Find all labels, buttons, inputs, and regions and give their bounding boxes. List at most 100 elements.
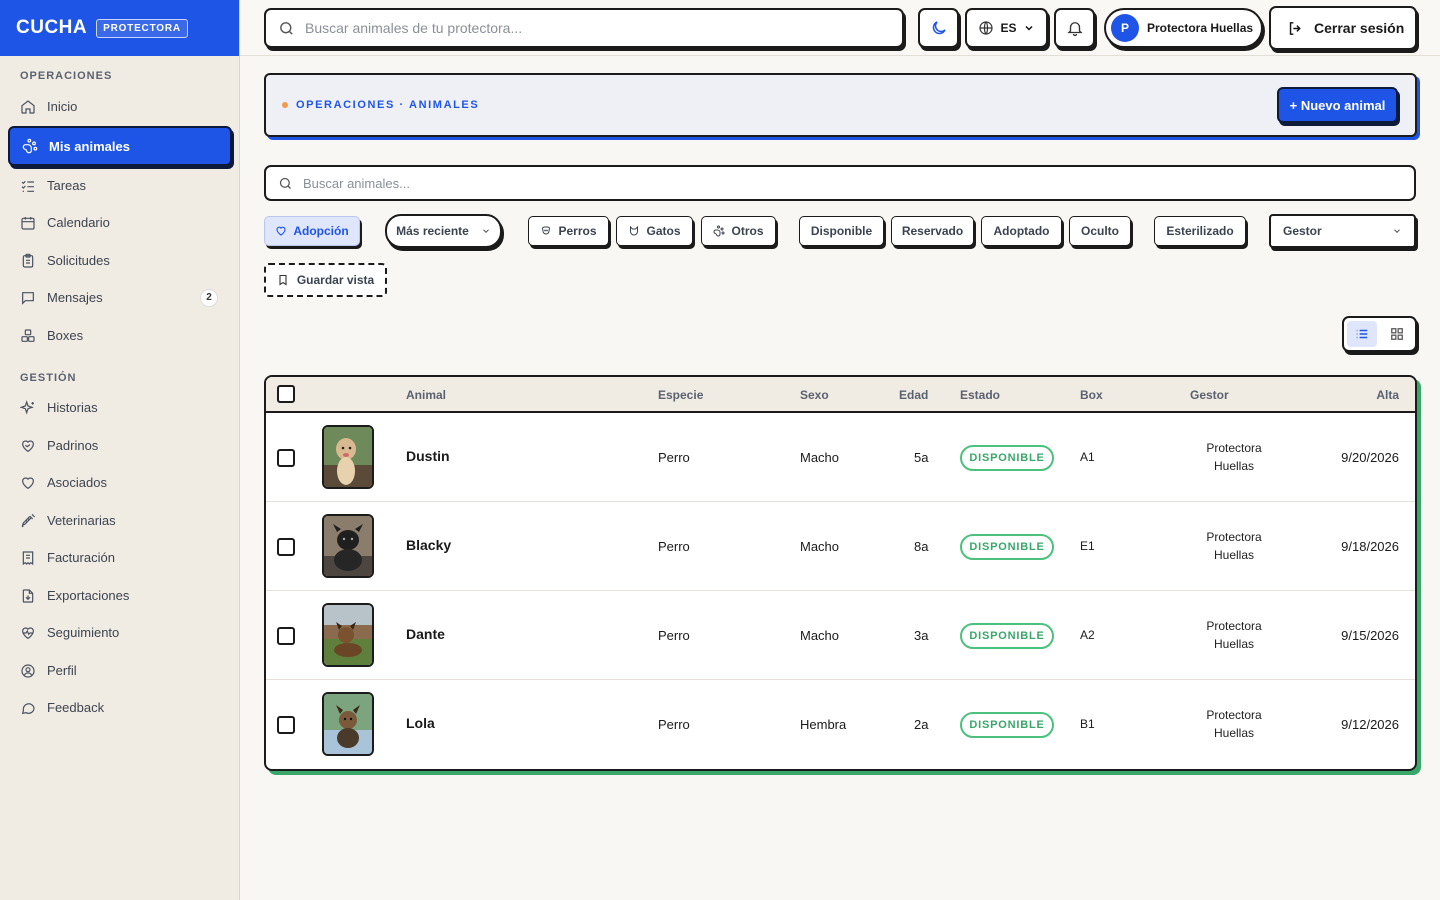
brand-header[interactable]: CUCHA PROTECTORA	[0, 0, 239, 56]
filter-oculto[interactable]: Oculto	[1069, 216, 1131, 246]
select-all-checkbox[interactable]	[277, 385, 295, 403]
theme-toggle-button[interactable]	[918, 8, 959, 48]
sidebar-item-facturacion[interactable]: Facturación	[8, 539, 232, 576]
sidebar-item-label: Exportaciones	[47, 588, 130, 603]
list-icon	[1356, 329, 1367, 339]
row-checkbox[interactable]	[277, 449, 295, 467]
filter-esterilizado[interactable]: Esterilizado	[1154, 216, 1246, 246]
sidebar-item-boxes[interactable]: Boxes	[8, 317, 232, 354]
sidebar-item-label: Solicitudes	[47, 253, 110, 268]
save-view-button[interactable]: Guardar vista	[264, 263, 387, 297]
user-circle-icon	[21, 663, 35, 678]
grid-icon	[1391, 328, 1404, 340]
animal-photo	[322, 603, 374, 667]
sidebar-item-seguimiento[interactable]: Seguimiento	[8, 614, 232, 651]
sidebar-item-historias[interactable]: Historias	[8, 389, 232, 426]
column-alta[interactable]: Alta	[1376, 388, 1399, 402]
save-view-label: Guardar vista	[296, 273, 375, 287]
animal-photo	[322, 425, 374, 489]
table-row[interactable]: Dustin Perro Macho 5a DISPONIBLE A1 Prot…	[266, 413, 1415, 502]
logout-label: Cerrar sesión	[1314, 20, 1405, 36]
paw-icon	[22, 138, 38, 154]
filter-label: Gatos	[646, 224, 681, 238]
sidebar-item-padrinos[interactable]: Padrinos	[8, 427, 232, 464]
message-circle-icon	[21, 702, 35, 714]
sort-label: Más reciente	[396, 224, 469, 238]
gestor-line: Huellas	[1213, 548, 1255, 562]
language-selector[interactable]: ES	[965, 8, 1048, 48]
list-view-button[interactable]	[1347, 321, 1377, 347]
gestor-line: Huellas	[1213, 459, 1255, 473]
sidebar-item-asociados[interactable]: Asociados	[8, 464, 232, 501]
table-row[interactable]: Lola Perro Hembra 2a DISPONIBLE B1 Prote…	[266, 680, 1415, 769]
section-label-gestion: GESTIÓN	[20, 372, 77, 384]
grid-view-button[interactable]	[1383, 321, 1413, 347]
sort-select[interactable]: Más reciente	[385, 214, 502, 248]
sidebar-item-calendario[interactable]: Calendario	[8, 204, 232, 241]
column-age[interactable]: Edad	[899, 388, 928, 402]
global-search-input[interactable]	[305, 20, 898, 36]
column-box[interactable]: Box	[1080, 388, 1103, 402]
logout-button[interactable]: Cerrar sesión	[1269, 6, 1417, 50]
filter-disponible[interactable]: Disponible	[799, 216, 884, 246]
filter-otros[interactable]: Otros	[701, 216, 776, 246]
animal-sex: Macho	[800, 450, 840, 465]
animal-name[interactable]: Dante	[406, 626, 445, 642]
sidebar-item-exportaciones[interactable]: Exportaciones	[8, 577, 232, 614]
chevron-down-icon	[1394, 229, 1400, 233]
user-name: Protectora Huellas	[1147, 21, 1254, 35]
file-download-icon	[22, 588, 34, 603]
gestor-line: Protectora	[1206, 708, 1262, 722]
animal-age: 2a	[914, 717, 929, 732]
cat-icon	[630, 225, 639, 236]
sidebar-item-label: Feedback	[47, 700, 105, 715]
sidebar-item-label: Asociados	[47, 475, 107, 490]
filter-label: Perros	[558, 224, 597, 238]
sidebar-item-mensajes[interactable]: Mensajes 2	[8, 279, 232, 316]
status-badge: DISPONIBLE	[960, 534, 1054, 560]
filter-perros[interactable]: Perros	[528, 216, 609, 246]
sidebar-item-label: Mensajes	[47, 290, 103, 305]
row-checkbox[interactable]	[277, 627, 295, 645]
animal-search[interactable]	[264, 165, 1416, 201]
sidebar-item-perfil[interactable]: Perfil	[8, 652, 232, 689]
sidebar-item-veterinarias[interactable]: Veterinarias	[8, 502, 232, 539]
filter-reservado[interactable]: Reservado	[891, 216, 974, 246]
animal-age: 8a	[914, 539, 929, 554]
breadcrumb-dot	[282, 102, 288, 108]
sidebar-item-tareas[interactable]: Tareas	[8, 167, 232, 204]
list-checks-icon	[21, 180, 34, 192]
row-checkbox[interactable]	[277, 716, 295, 734]
page-header-banner: OPERACIONES · ANIMALES	[264, 73, 1417, 137]
animal-name[interactable]: Lola	[406, 715, 435, 731]
filter-gatos[interactable]: Gatos	[616, 216, 693, 246]
animal-gestor: Protectora Huellas	[1190, 706, 1278, 742]
filter-adopcion[interactable]: Adopción	[264, 216, 360, 246]
gestor-select[interactable]: Gestor	[1269, 214, 1416, 248]
sidebar-item-solicitudes[interactable]: Solicitudes	[8, 242, 232, 279]
paw-icon	[714, 225, 725, 237]
sidebar-item-mis-animales[interactable]: Mis animales	[8, 126, 232, 166]
new-animal-button[interactable]: + Nuevo animal	[1277, 87, 1398, 123]
sidebar-item-inicio[interactable]: Inicio	[8, 88, 232, 125]
column-status[interactable]: Estado	[960, 388, 1000, 402]
global-search[interactable]	[264, 8, 904, 48]
heart-icon	[22, 476, 34, 489]
animal-species: Perro	[658, 628, 690, 643]
gestor-line: Protectora	[1206, 619, 1262, 633]
heart-handshake-icon	[22, 439, 34, 452]
column-gestor[interactable]: Gestor	[1190, 388, 1229, 402]
notifications-button[interactable]	[1054, 8, 1095, 48]
animal-name[interactable]: Blacky	[406, 537, 451, 553]
column-sex[interactable]: Sexo	[800, 388, 829, 402]
column-species[interactable]: Especie	[658, 388, 703, 402]
row-checkbox[interactable]	[277, 538, 295, 556]
sidebar-item-feedback[interactable]: Feedback	[8, 689, 232, 726]
filter-adoptado[interactable]: Adoptado	[981, 216, 1062, 246]
animal-name[interactable]: Dustin	[406, 448, 450, 464]
table-row[interactable]: Dante Perro Macho 3a DISPONIBLE A2 Prote…	[266, 591, 1415, 680]
column-animal[interactable]: Animal	[406, 388, 446, 402]
table-row[interactable]: Blacky Perro Macho 8a DISPONIBLE E1 Prot…	[266, 502, 1415, 591]
user-menu-button[interactable]: P Protectora Huellas	[1104, 8, 1263, 48]
animal-search-input[interactable]	[303, 175, 1383, 191]
